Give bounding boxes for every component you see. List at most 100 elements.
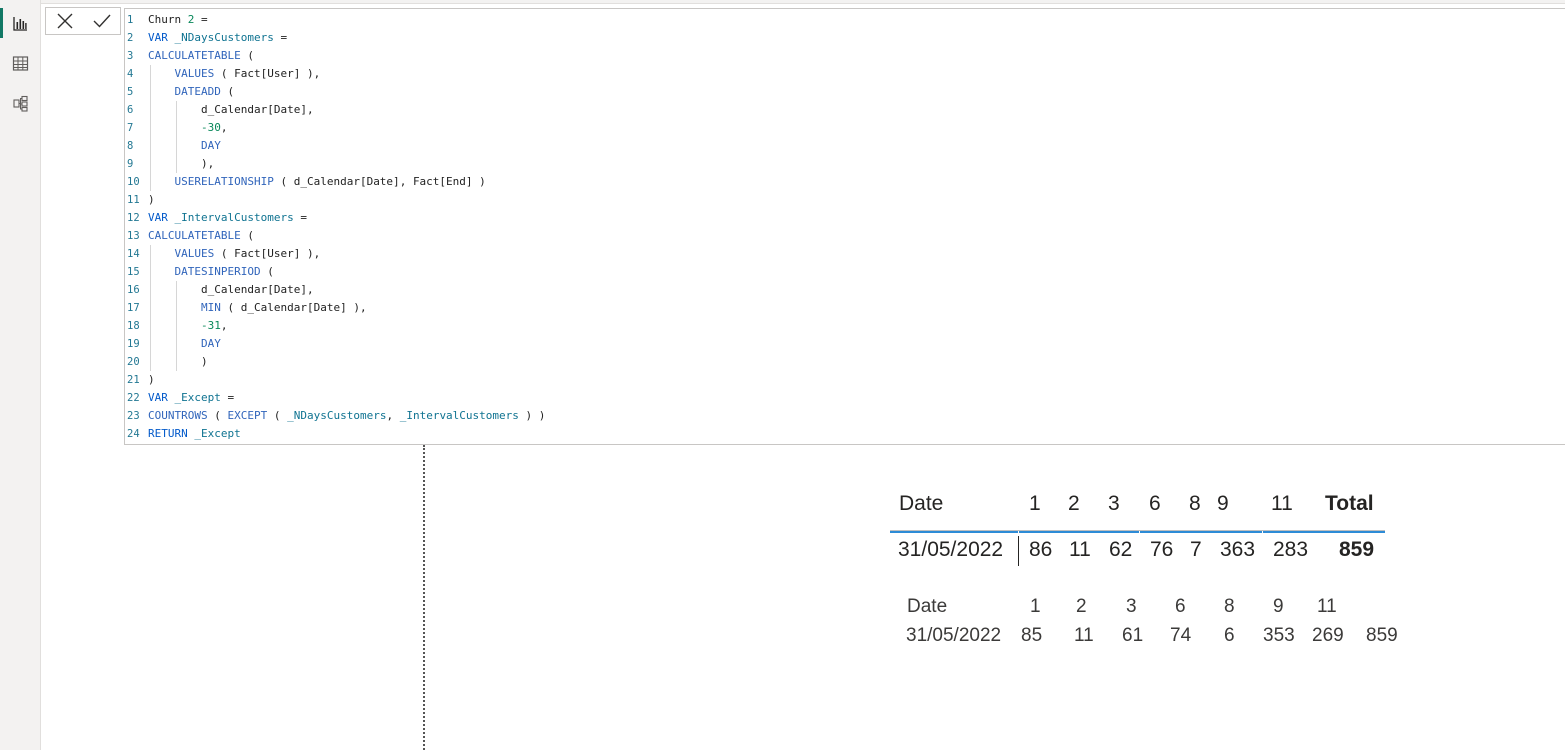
- code-line: 5 DATEADD (: [125, 83, 1565, 101]
- code-line: 24 RETURN _Except: [125, 425, 1565, 443]
- indent-guide: [176, 335, 178, 353]
- page-boundary-line: [423, 445, 425, 750]
- code-text: DATESINPERIOD (: [174, 265, 274, 278]
- indent-guide: [176, 137, 178, 155]
- line-number: 22: [127, 392, 140, 404]
- code-text: d_Calendar[Date],: [200, 283, 314, 296]
- matrix-value: 283: [1273, 538, 1309, 561]
- table-header-col: 1: [1030, 596, 1041, 617]
- line-number: 20: [127, 356, 140, 368]
- code-line: 7 -30,: [125, 119, 1565, 137]
- matrix-header-col: 8: [1189, 492, 1201, 515]
- code-line: 9 ),: [125, 155, 1565, 173]
- line-number: 14: [127, 248, 140, 260]
- code-line: 3 CALCULATETABLE (: [125, 47, 1565, 65]
- model-icon: [13, 95, 28, 112]
- table-header-col: 2: [1076, 596, 1087, 617]
- line-number: 23: [127, 410, 140, 422]
- line-number: 13: [127, 230, 140, 242]
- table-header-date: Date: [907, 596, 948, 617]
- matrix-value: 7: [1190, 538, 1202, 561]
- code-text: VAR _NDaysCustomers =: [148, 31, 288, 44]
- code-line: 18 -31,: [125, 317, 1565, 335]
- indent-guide: [176, 299, 178, 317]
- line-number: 7: [127, 122, 134, 134]
- code-text: VALUES ( Fact[User] ),: [174, 247, 321, 260]
- code-line: 4 VALUES ( Fact[User] ),: [125, 65, 1565, 83]
- indent-guide: [176, 317, 178, 335]
- table-icon: [12, 55, 29, 71]
- matrix-row-date: 31/05/2022: [898, 538, 1004, 561]
- table-visual[interactable]: Date 1 2 3 6 8 9 11 31/05/2022 85 11 61 …: [900, 594, 1410, 654]
- line-number: 8: [127, 140, 134, 152]
- code-text: -31,: [200, 319, 228, 332]
- matrix-visual[interactable]: Date 1 2 3 6 8 9 11 Total 31/05/2022 86 …: [890, 486, 1385, 576]
- matrix-value: 86: [1029, 538, 1053, 561]
- code-text: USERELATIONSHIP ( d_Calendar[Date], Fact…: [174, 175, 486, 188]
- code-line: 17 MIN ( d_Calendar[Date] ),: [125, 299, 1565, 317]
- line-number: 10: [127, 176, 140, 188]
- code-text: ): [148, 193, 155, 206]
- code-text: RETURN _Except: [148, 427, 241, 440]
- table-view-button[interactable]: [0, 44, 41, 82]
- matrix-header-col: 6: [1149, 492, 1161, 515]
- matrix-header-col: 3: [1108, 492, 1120, 515]
- matrix-header-col: 11: [1271, 492, 1293, 515]
- close-icon: [57, 13, 72, 29]
- indent-guide: [150, 119, 151, 137]
- code-line: 12 VAR _IntervalCustomers =: [125, 209, 1565, 227]
- table-value: 61: [1122, 625, 1144, 646]
- indent-guide: [176, 353, 178, 371]
- bar-chart-icon: [13, 16, 27, 31]
- table-value: 6: [1224, 625, 1235, 646]
- line-number: 19: [127, 338, 140, 350]
- indent-guide: [150, 65, 151, 83]
- formula-actions: [45, 7, 121, 35]
- code-text: VAR _IntervalCustomers =: [148, 211, 307, 224]
- code-line: 19 DAY: [125, 335, 1565, 353]
- code-line: 2 VAR _NDaysCustomers =: [125, 29, 1565, 47]
- code-text: Churn 2 =: [148, 13, 208, 26]
- indent-guide: [150, 317, 151, 335]
- matrix-value: 11: [1069, 538, 1091, 561]
- code-text: ): [148, 373, 155, 386]
- matrix-header-underline: [890, 531, 1018, 533]
- indent-guide: [150, 299, 151, 317]
- line-number: 2: [127, 32, 134, 44]
- matrix-total-value: 859: [1339, 538, 1375, 561]
- code-line: 23 COUNTROWS ( EXCEPT ( _NDaysCustomers, …: [125, 407, 1565, 425]
- code-line: 20 ): [125, 353, 1565, 371]
- indent-guide: [150, 335, 151, 353]
- line-number: 17: [127, 302, 140, 314]
- table-header-col: 11: [1317, 596, 1337, 617]
- code-line: 14 VALUES ( Fact[User] ),: [125, 245, 1565, 263]
- code-text: ): [200, 355, 208, 368]
- line-number: 12: [127, 212, 140, 224]
- code-line: 16 d_Calendar[Date],: [125, 281, 1565, 299]
- line-number: 5: [127, 86, 134, 98]
- line-number: 3: [127, 50, 134, 62]
- code-text: MIN ( d_Calendar[Date] ),: [200, 301, 367, 314]
- code-line: 13 CALCULATETABLE (: [125, 227, 1565, 245]
- code-line: 11): [125, 191, 1565, 209]
- table-value: 859: [1366, 625, 1398, 646]
- code-text: DATEADD (: [174, 85, 235, 98]
- indent-guide: [150, 281, 151, 299]
- table-row-date: 31/05/2022: [906, 625, 1002, 646]
- code-line: 8 DAY: [125, 137, 1565, 155]
- code-text: d_Calendar[Date],: [200, 103, 314, 116]
- matrix-header-col: 1: [1029, 492, 1041, 515]
- cancel-formula-button[interactable]: [52, 9, 78, 33]
- matrix-header-col: 9: [1217, 492, 1229, 515]
- matrix-value: 363: [1220, 538, 1256, 561]
- indent-guide: [150, 173, 151, 191]
- model-view-button[interactable]: [0, 84, 41, 122]
- commit-formula-button[interactable]: [89, 9, 115, 33]
- report-view-button[interactable]: [0, 4, 41, 42]
- line-number: 1: [127, 14, 134, 26]
- indent-guide: [150, 245, 151, 263]
- matrix-header-underline: [1019, 531, 1139, 533]
- line-number: 4: [127, 68, 134, 80]
- table-value: 11: [1074, 625, 1094, 646]
- formula-editor[interactable]: 1 Churn 2 = 2 VAR _NDaysCustomers = 3 CALCULA…: [124, 8, 1565, 445]
